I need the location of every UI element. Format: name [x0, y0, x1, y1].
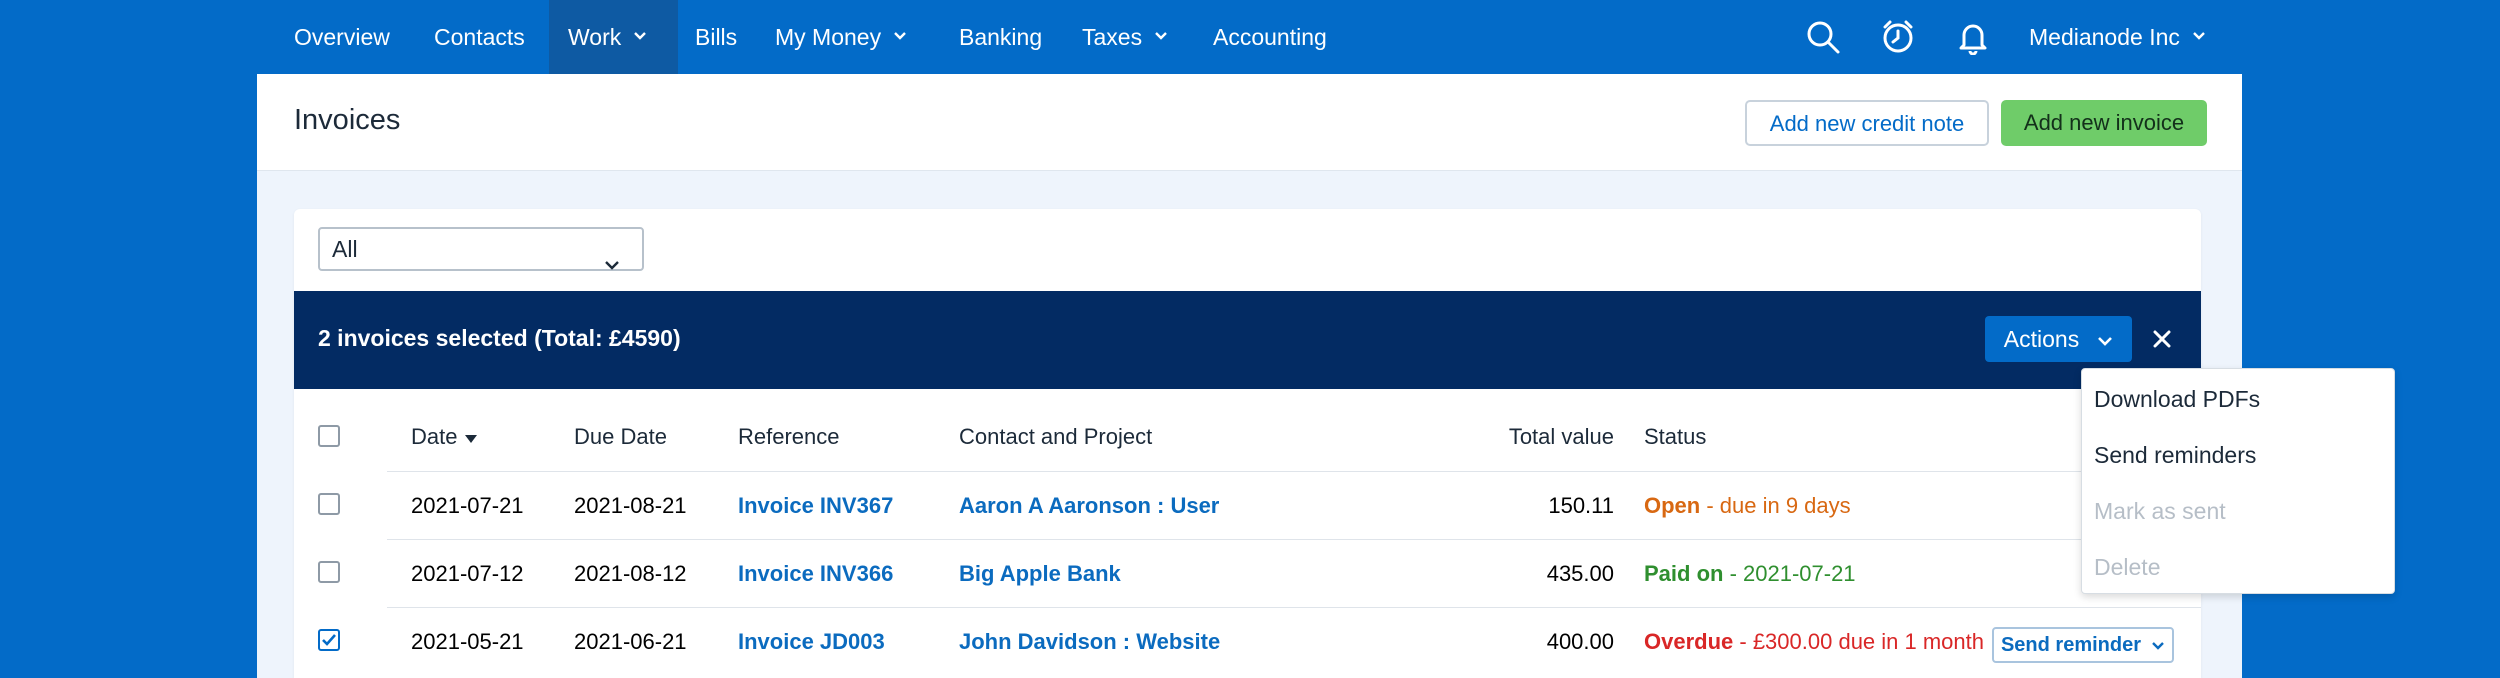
actions-label: Actions: [2003, 325, 2080, 352]
timer-icon[interactable]: [1880, 19, 1916, 55]
nav-item-taxes[interactable]: Taxes: [1082, 0, 1167, 74]
row-date: 2021-05-21: [411, 629, 524, 654]
chevron-down-icon: [633, 31, 647, 43]
actions-menu: Download PDFs Send reminders Mark as sen…: [2081, 368, 2395, 594]
row-reference-link[interactable]: Invoice INV366: [738, 561, 893, 587]
row-reference-link[interactable]: Invoice JD003: [738, 629, 885, 655]
column-header-date[interactable]: Date: [411, 424, 478, 450]
column-header-reference[interactable]: Reference: [738, 424, 840, 450]
company-name: Medianode Inc: [2029, 24, 2180, 50]
row-status: Open - due in 9 days: [1644, 493, 1851, 519]
nav-item-my-money[interactable]: My Money: [775, 0, 906, 74]
actions-button[interactable]: Actions: [1985, 316, 2132, 362]
top-nav: Overview Contacts Work Bills My Money Ba…: [257, 0, 2242, 74]
status-badge: Paid on: [1644, 561, 1724, 586]
row-divider: [387, 471, 2201, 472]
row-checkbox[interactable]: [318, 561, 340, 583]
chevron-down-icon: [893, 31, 906, 43]
column-header-due-date[interactable]: Due Date: [574, 424, 667, 450]
page-header: Invoices Add new credit note Add new inv…: [257, 74, 2242, 171]
column-header-status[interactable]: Status: [1644, 424, 1706, 450]
menu-item-delete: Delete: [2094, 554, 2161, 580]
chevron-down-icon: [2192, 31, 2205, 43]
row-divider: [387, 607, 2201, 608]
row-total: 435.00: [1546, 561, 1614, 586]
row-contact-link[interactable]: Big Apple Bank: [959, 561, 1121, 587]
menu-item-download-pdfs[interactable]: Download PDFs: [2094, 386, 2260, 413]
nav-item-label: My Money: [775, 24, 882, 50]
menu-item-send-reminders[interactable]: Send reminders: [2094, 442, 2256, 469]
status-detail: - 2021-07-21: [1723, 561, 1856, 586]
nav-item-label: Overview: [294, 24, 390, 50]
row-status: Overdue - £300.00 due in 1 month: [1644, 629, 1984, 655]
nav-item-label: Work: [568, 24, 622, 50]
row-contact-link[interactable]: Aaron A Aaronson : User: [959, 493, 1219, 519]
send-reminder-button[interactable]: Send reminder: [1992, 627, 2174, 663]
row-contact-link[interactable]: John Davidson : Website: [959, 629, 1220, 655]
search-icon[interactable]: [1805, 19, 1841, 55]
sort-desc-icon: [464, 424, 478, 449]
filter-selected-value: All: [332, 236, 358, 262]
invoices-card: All 2 invoices selected (Total: £4590) A…: [294, 209, 2201, 678]
chevron-down-icon: [1154, 31, 1167, 43]
row-total: 150.11: [1548, 493, 1614, 518]
chevron-down-icon: [2151, 634, 2165, 657]
nav-item-banking[interactable]: Banking: [959, 0, 1042, 74]
nav-item-bills[interactable]: Bills: [695, 0, 737, 74]
company-switcher[interactable]: Medianode Inc: [2029, 0, 2205, 74]
app-window: Overview Contacts Work Bills My Money Ba…: [257, 0, 2395, 678]
chevron-down-icon: [604, 243, 620, 283]
column-header-contact[interactable]: Contact and Project: [959, 424, 1152, 450]
row-checkbox-checked[interactable]: [318, 629, 340, 651]
nav-item-label: Bills: [695, 24, 738, 50]
send-reminder-label: Send reminder: [2000, 633, 2142, 656]
nav-item-label: Contacts: [434, 24, 525, 50]
row-checkbox[interactable]: [318, 493, 340, 515]
row-date: 2021-07-21: [411, 493, 524, 518]
row-due-date: 2021-08-21: [574, 493, 687, 518]
row-status: Paid on - 2021-07-21: [1644, 561, 1856, 587]
status-detail: - £300.00 due in 1 month: [1733, 629, 1984, 654]
status-filter-select[interactable]: All: [318, 227, 644, 271]
nav-item-overview[interactable]: Overview: [294, 0, 390, 74]
chevron-down-icon: [2097, 326, 2113, 353]
select-all-checkbox[interactable]: [318, 425, 340, 447]
nav-item-label: Accounting: [1213, 24, 1327, 50]
nav-item-work[interactable]: Work: [549, 0, 678, 74]
selection-summary: 2 invoices selected (Total: £4590): [318, 325, 681, 351]
row-total: 400.00: [1546, 629, 1614, 654]
bell-icon[interactable]: [1955, 19, 1991, 56]
status-badge: Overdue: [1644, 629, 1734, 654]
nav-item-label: Taxes: [1082, 24, 1143, 50]
menu-item-mark-as-sent: Mark as sent: [2094, 498, 2226, 524]
row-due-date: 2021-08-12: [574, 561, 687, 586]
nav-item-accounting[interactable]: Accounting: [1213, 0, 1327, 74]
row-divider: [387, 539, 2201, 540]
close-icon[interactable]: [2152, 329, 2172, 349]
row-due-date: 2021-06-21: [574, 629, 687, 654]
row-date: 2021-07-12: [411, 561, 524, 586]
nav-item-contacts[interactable]: Contacts: [434, 0, 525, 74]
checkmark-icon: [322, 634, 336, 646]
page-title: Invoices: [294, 104, 401, 136]
add-invoice-button[interactable]: Add new invoice: [2001, 100, 2207, 146]
status-detail: - due in 9 days: [1700, 493, 1851, 518]
add-credit-note-button[interactable]: Add new credit note: [1745, 100, 1989, 146]
row-reference-link[interactable]: Invoice INV367: [738, 493, 893, 519]
nav-item-label: Banking: [959, 24, 1043, 50]
column-header-total[interactable]: Total value: [1414, 424, 1614, 450]
selection-bar: 2 invoices selected (Total: £4590) Actio…: [294, 291, 2201, 389]
status-badge: Open: [1644, 493, 1701, 518]
